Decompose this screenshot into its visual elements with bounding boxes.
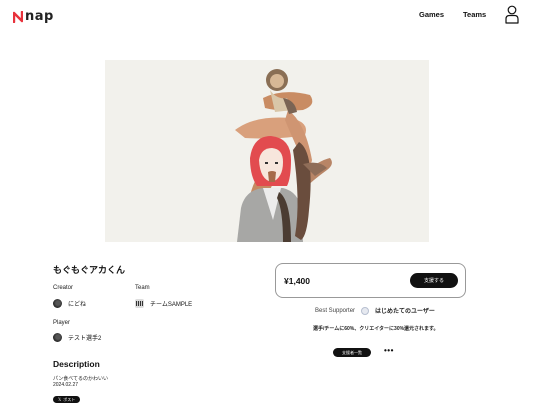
artwork-title: もぐもぐアカくん (53, 265, 126, 275)
user-account-icon[interactable] (505, 5, 519, 24)
team-name: チームSAMPLE (150, 302, 193, 308)
creator-label: Creator (53, 285, 74, 291)
player-name: テスト選手2 (68, 336, 102, 342)
creator-name: にどね (68, 302, 87, 308)
team-link[interactable]: チームSAMPLE (135, 299, 192, 308)
player-avatar (53, 333, 62, 342)
description-body: パン食べてるのかわいい 2024.02.27 (53, 376, 108, 388)
nav-teams-link[interactable]: Teams (463, 10, 486, 19)
creator-link[interactable]: にどね (53, 299, 86, 308)
description-heading: Description (53, 359, 100, 369)
team-avatar (135, 299, 144, 308)
best-supporter-label: Best Supporter (315, 307, 356, 314)
top-header: nap Games Teams (0, 0, 536, 30)
nap-logo-mark-icon (13, 10, 23, 23)
revenue-share-note: 選手/チームに60%、クリエイターに30%還元されます。 (313, 326, 439, 332)
description-date: 2024.02.27 (53, 382, 79, 388)
best-supporter-name[interactable]: はじめたてのユーザー (375, 306, 435, 315)
post-share-button[interactable]: 𝕏 ポスト (53, 396, 81, 403)
supporters-list-button[interactable]: 支援者一覧 (333, 348, 371, 357)
team-label: Team (135, 285, 150, 291)
purchase-card: ¥1,400 支援する (275, 263, 466, 298)
player-label: Player (53, 320, 71, 326)
player-link[interactable]: テスト選手2 (53, 333, 101, 342)
more-options-icon[interactable]: ••• (384, 347, 394, 355)
artwork-image (105, 60, 429, 242)
logo-text: nap (25, 9, 54, 24)
nap-logo[interactable]: nap (13, 9, 54, 24)
x-logo-icon: 𝕏 (58, 397, 62, 402)
best-supporter-avatar (361, 306, 370, 315)
best-supporter-row: Best Supporter はじめたてのユーザー (315, 306, 435, 315)
support-button[interactable]: 支援する (410, 273, 458, 288)
artwork-illustration (105, 60, 429, 242)
price-value: ¥1,400 (284, 276, 310, 286)
post-button-label: ポスト (63, 396, 76, 402)
creator-avatar (53, 299, 62, 308)
nav-games-link[interactable]: Games (419, 10, 444, 19)
